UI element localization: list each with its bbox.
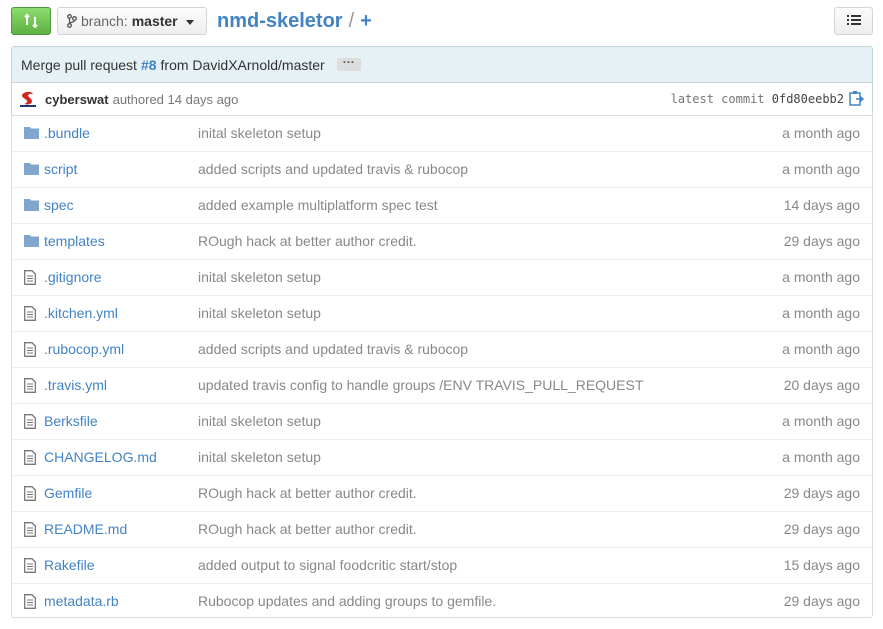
commit-message-link[interactable]: ROugh hack at better author credit. xyxy=(198,512,417,547)
table-row: Berksfile inital skeleton setup a month ag… xyxy=(12,403,872,439)
file-icon xyxy=(24,522,36,537)
file-icon xyxy=(24,306,36,321)
commit-message-link[interactable]: added scripts and updated travis & ruboc… xyxy=(198,152,468,187)
compare-button[interactable] xyxy=(11,7,51,35)
file-age: a month ago xyxy=(782,125,860,141)
commit-message-link[interactable]: inital skeleton setup xyxy=(198,260,321,295)
file-name-link[interactable]: Berksfile xyxy=(44,404,98,439)
table-row: spec added example multiplatform spec tes… xyxy=(12,187,872,223)
file-name-link[interactable]: .kitchen.yml xyxy=(44,296,118,331)
commit-message-link[interactable]: Rubocop updates and adding groups to gem… xyxy=(198,584,496,619)
file-age: a month ago xyxy=(782,341,860,357)
compare-icon xyxy=(24,13,38,29)
file-name-link[interactable]: .rubocop.yml xyxy=(44,332,124,367)
table-row: .travis.yml updated travis config to hand… xyxy=(12,367,872,403)
commit-author[interactable]: cyberswat xyxy=(45,92,109,107)
file-age: 15 days ago xyxy=(783,557,860,573)
pull-request-link[interactable]: #8 xyxy=(141,47,157,83)
expand-commit-button[interactable]: ··· xyxy=(336,56,361,71)
table-row: metadata.rb Rubocop updates and adding gr… xyxy=(12,583,872,619)
commit-message-link[interactable]: inital skeleton setup xyxy=(198,116,321,151)
folder-icon xyxy=(24,199,39,211)
file-age: 20 days ago xyxy=(783,377,860,393)
commit-title-suffix: from DavidXArnold/master xyxy=(160,56,325,73)
commit-message-link[interactable]: inital skeleton setup xyxy=(198,296,321,331)
file-age: a month ago xyxy=(782,161,860,177)
list-icon xyxy=(846,15,861,25)
file-age: 29 days ago xyxy=(783,521,860,537)
latest-commit-label: latest commit xyxy=(670,92,765,106)
commit-message-link[interactable]: added example multiplatform spec test xyxy=(198,188,438,223)
file-name-link[interactable]: Rakefile xyxy=(44,548,95,583)
branch-prefix: branch: xyxy=(81,13,128,29)
file-age: 14 days ago xyxy=(783,197,860,213)
file-icon xyxy=(24,270,36,285)
breadcrumb-separator: / xyxy=(348,10,355,32)
file-table: .bundle inital skeleton setup a month ago s… xyxy=(11,115,873,618)
latest-commit: latest commit 0fd80eebb2 xyxy=(671,83,844,115)
file-age: a month ago xyxy=(782,413,860,429)
commit-message-link[interactable]: inital skeleton setup xyxy=(198,404,321,439)
clipboard-icon[interactable] xyxy=(848,90,864,107)
repo-link[interactable]: nmd-skeletor xyxy=(217,6,343,36)
file-name-link[interactable]: templates xyxy=(44,224,105,259)
commit-meta: cyberswat authored 14 days ago latest co… xyxy=(12,83,872,115)
file-age: a month ago xyxy=(782,449,860,465)
commit-title: Merge pull request #8 from DavidXArnold/… xyxy=(12,47,872,83)
branch-icon xyxy=(67,14,77,28)
file-icon xyxy=(24,558,36,573)
commit-title-prefix: Merge pull request xyxy=(21,56,137,73)
table-row: Gemfile ROugh hack at better author credi… xyxy=(12,475,872,511)
table-row: .bundle inital skeleton setup a month ago xyxy=(12,115,872,151)
file-name-link[interactable]: README.md xyxy=(44,512,127,547)
table-row: templates ROugh hack at better author cre… xyxy=(12,223,872,259)
table-row: script added scripts and updated travis &… xyxy=(12,151,872,187)
branch-name: master xyxy=(131,13,178,29)
folder-icon xyxy=(24,127,39,139)
folder-icon xyxy=(24,163,39,175)
commit-authored-time: authored 14 days ago xyxy=(112,91,239,107)
commit-message-link[interactable]: updated travis config to handle groups /… xyxy=(198,368,643,403)
file-age: 29 days ago xyxy=(783,233,860,249)
table-row: README.md ROugh hack at better author cre… xyxy=(12,511,872,547)
file-icon xyxy=(24,414,36,429)
table-row: Rakefile added output to signal foodcriti… xyxy=(12,547,872,583)
branch-selector[interactable]: branch: master xyxy=(57,7,207,35)
file-name-link[interactable]: Gemfile xyxy=(44,476,92,511)
new-file-link[interactable]: + xyxy=(360,6,372,36)
table-row: .gitignore inital skeleton setup a month a… xyxy=(12,259,872,295)
commit-message-link[interactable]: added scripts and updated travis & ruboc… xyxy=(198,332,468,367)
list-view-button[interactable] xyxy=(834,7,873,35)
file-icon xyxy=(24,486,36,501)
table-row: CHANGELOG.md inital skeleton setup a month… xyxy=(12,439,872,475)
commit-message-link[interactable]: added output to signal foodcritic start/… xyxy=(198,548,457,583)
file-age: a month ago xyxy=(782,269,860,285)
table-row: .kitchen.yml inital skeleton setup a month… xyxy=(12,295,872,331)
chevron-down-icon xyxy=(185,19,194,25)
commit-message-link[interactable]: inital skeleton setup xyxy=(198,440,321,475)
file-name-link[interactable]: script xyxy=(44,152,77,187)
file-icon xyxy=(24,378,36,393)
file-name-link[interactable]: metadata.rb xyxy=(44,584,119,619)
latest-commit-box: Merge pull request #8 from DavidXArnold/… xyxy=(11,46,873,116)
commit-message-link[interactable]: ROugh hack at better author credit. xyxy=(198,224,417,259)
avatar[interactable] xyxy=(18,89,38,109)
file-age: 29 days ago xyxy=(783,485,860,501)
file-name-link[interactable]: CHANGELOG.md xyxy=(44,440,157,475)
breadcrumb: nmd-skeletor / + xyxy=(217,6,372,36)
file-icon xyxy=(24,594,36,609)
folder-icon xyxy=(24,235,39,247)
file-name-link[interactable]: .travis.yml xyxy=(44,368,107,403)
commit-message-link[interactable]: ROugh hack at better author credit. xyxy=(198,476,417,511)
table-row: .rubocop.yml added scripts and updated tr… xyxy=(12,331,872,367)
file-age: 29 days ago xyxy=(783,593,860,609)
file-icon xyxy=(24,342,36,357)
file-name-link[interactable]: .gitignore xyxy=(44,260,102,295)
commit-sha-link[interactable]: 0fd80eebb2 xyxy=(772,92,844,106)
file-icon xyxy=(24,450,36,465)
file-age: a month ago xyxy=(782,305,860,321)
file-name-link[interactable]: .bundle xyxy=(44,116,90,151)
file-name-link[interactable]: spec xyxy=(44,188,74,223)
